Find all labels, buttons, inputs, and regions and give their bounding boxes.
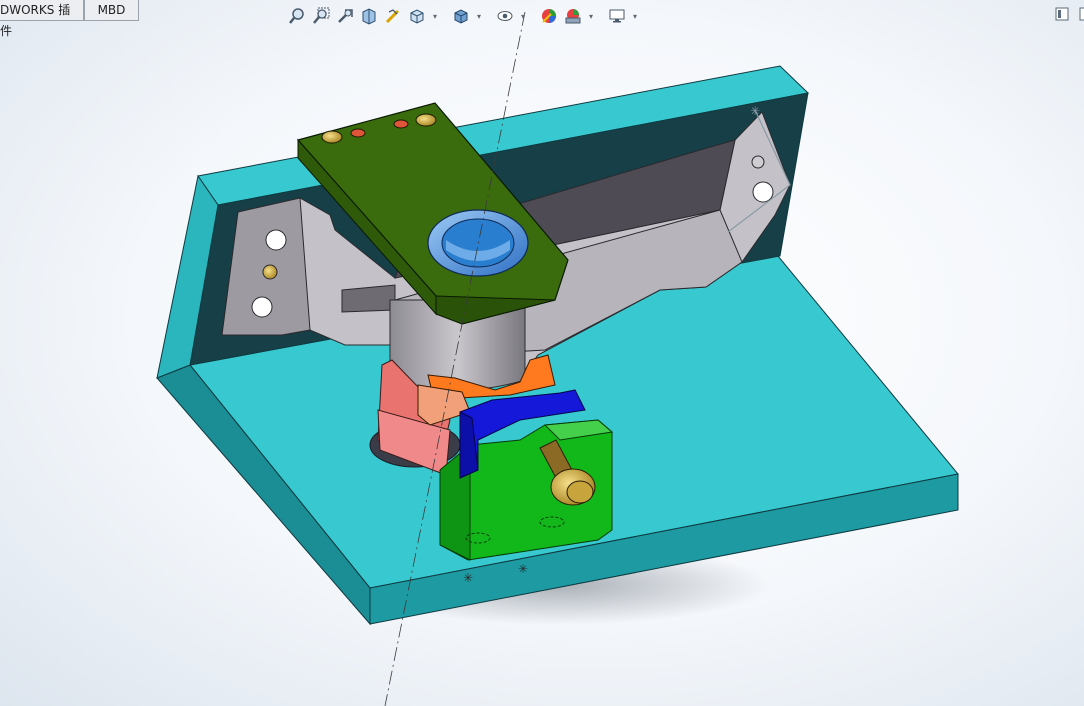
chevron-down-icon[interactable]: ▾ bbox=[519, 6, 527, 26]
svg-text:✳: ✳ bbox=[518, 562, 528, 576]
command-manager-tabs: DWORKS 插件 MBD bbox=[0, 0, 139, 38]
graphics-area[interactable]: ✳ ✳ ✳ bbox=[0, 0, 1084, 706]
svg-text:✳: ✳ bbox=[463, 571, 473, 585]
svg-text:✳: ✳ bbox=[750, 104, 760, 118]
expand-panel-icon[interactable] bbox=[1076, 6, 1084, 22]
previous-view-icon[interactable] bbox=[335, 6, 355, 26]
view-orientation-icon[interactable] bbox=[407, 6, 427, 26]
edit-appearance-icon[interactable] bbox=[539, 6, 559, 26]
hide-show-items-icon[interactable] bbox=[495, 6, 515, 26]
chevron-down-icon[interactable]: ▾ bbox=[631, 6, 639, 26]
dynamic-annotation-icon[interactable] bbox=[383, 6, 403, 26]
zoom-to-area-icon[interactable] bbox=[311, 6, 331, 26]
heads-up-view-toolbar: ▾ ▾ ▾ ▾ ▾ bbox=[287, 4, 639, 28]
tab-solidworks-addins[interactable]: DWORKS 插件 bbox=[0, 0, 84, 38]
view-settings-icon[interactable] bbox=[607, 6, 627, 26]
chevron-down-icon[interactable]: ▾ bbox=[475, 6, 483, 26]
chevron-down-icon[interactable]: ▾ bbox=[431, 6, 439, 26]
display-style-icon[interactable] bbox=[451, 6, 471, 26]
restore-panel-icon[interactable] bbox=[1054, 6, 1070, 22]
apply-scene-icon[interactable] bbox=[563, 6, 583, 26]
section-view-icon[interactable] bbox=[359, 6, 379, 26]
tab-mbd[interactable]: MBD bbox=[84, 0, 139, 21]
chevron-down-icon[interactable]: ▾ bbox=[587, 6, 595, 26]
zoom-to-fit-icon[interactable] bbox=[287, 6, 307, 26]
